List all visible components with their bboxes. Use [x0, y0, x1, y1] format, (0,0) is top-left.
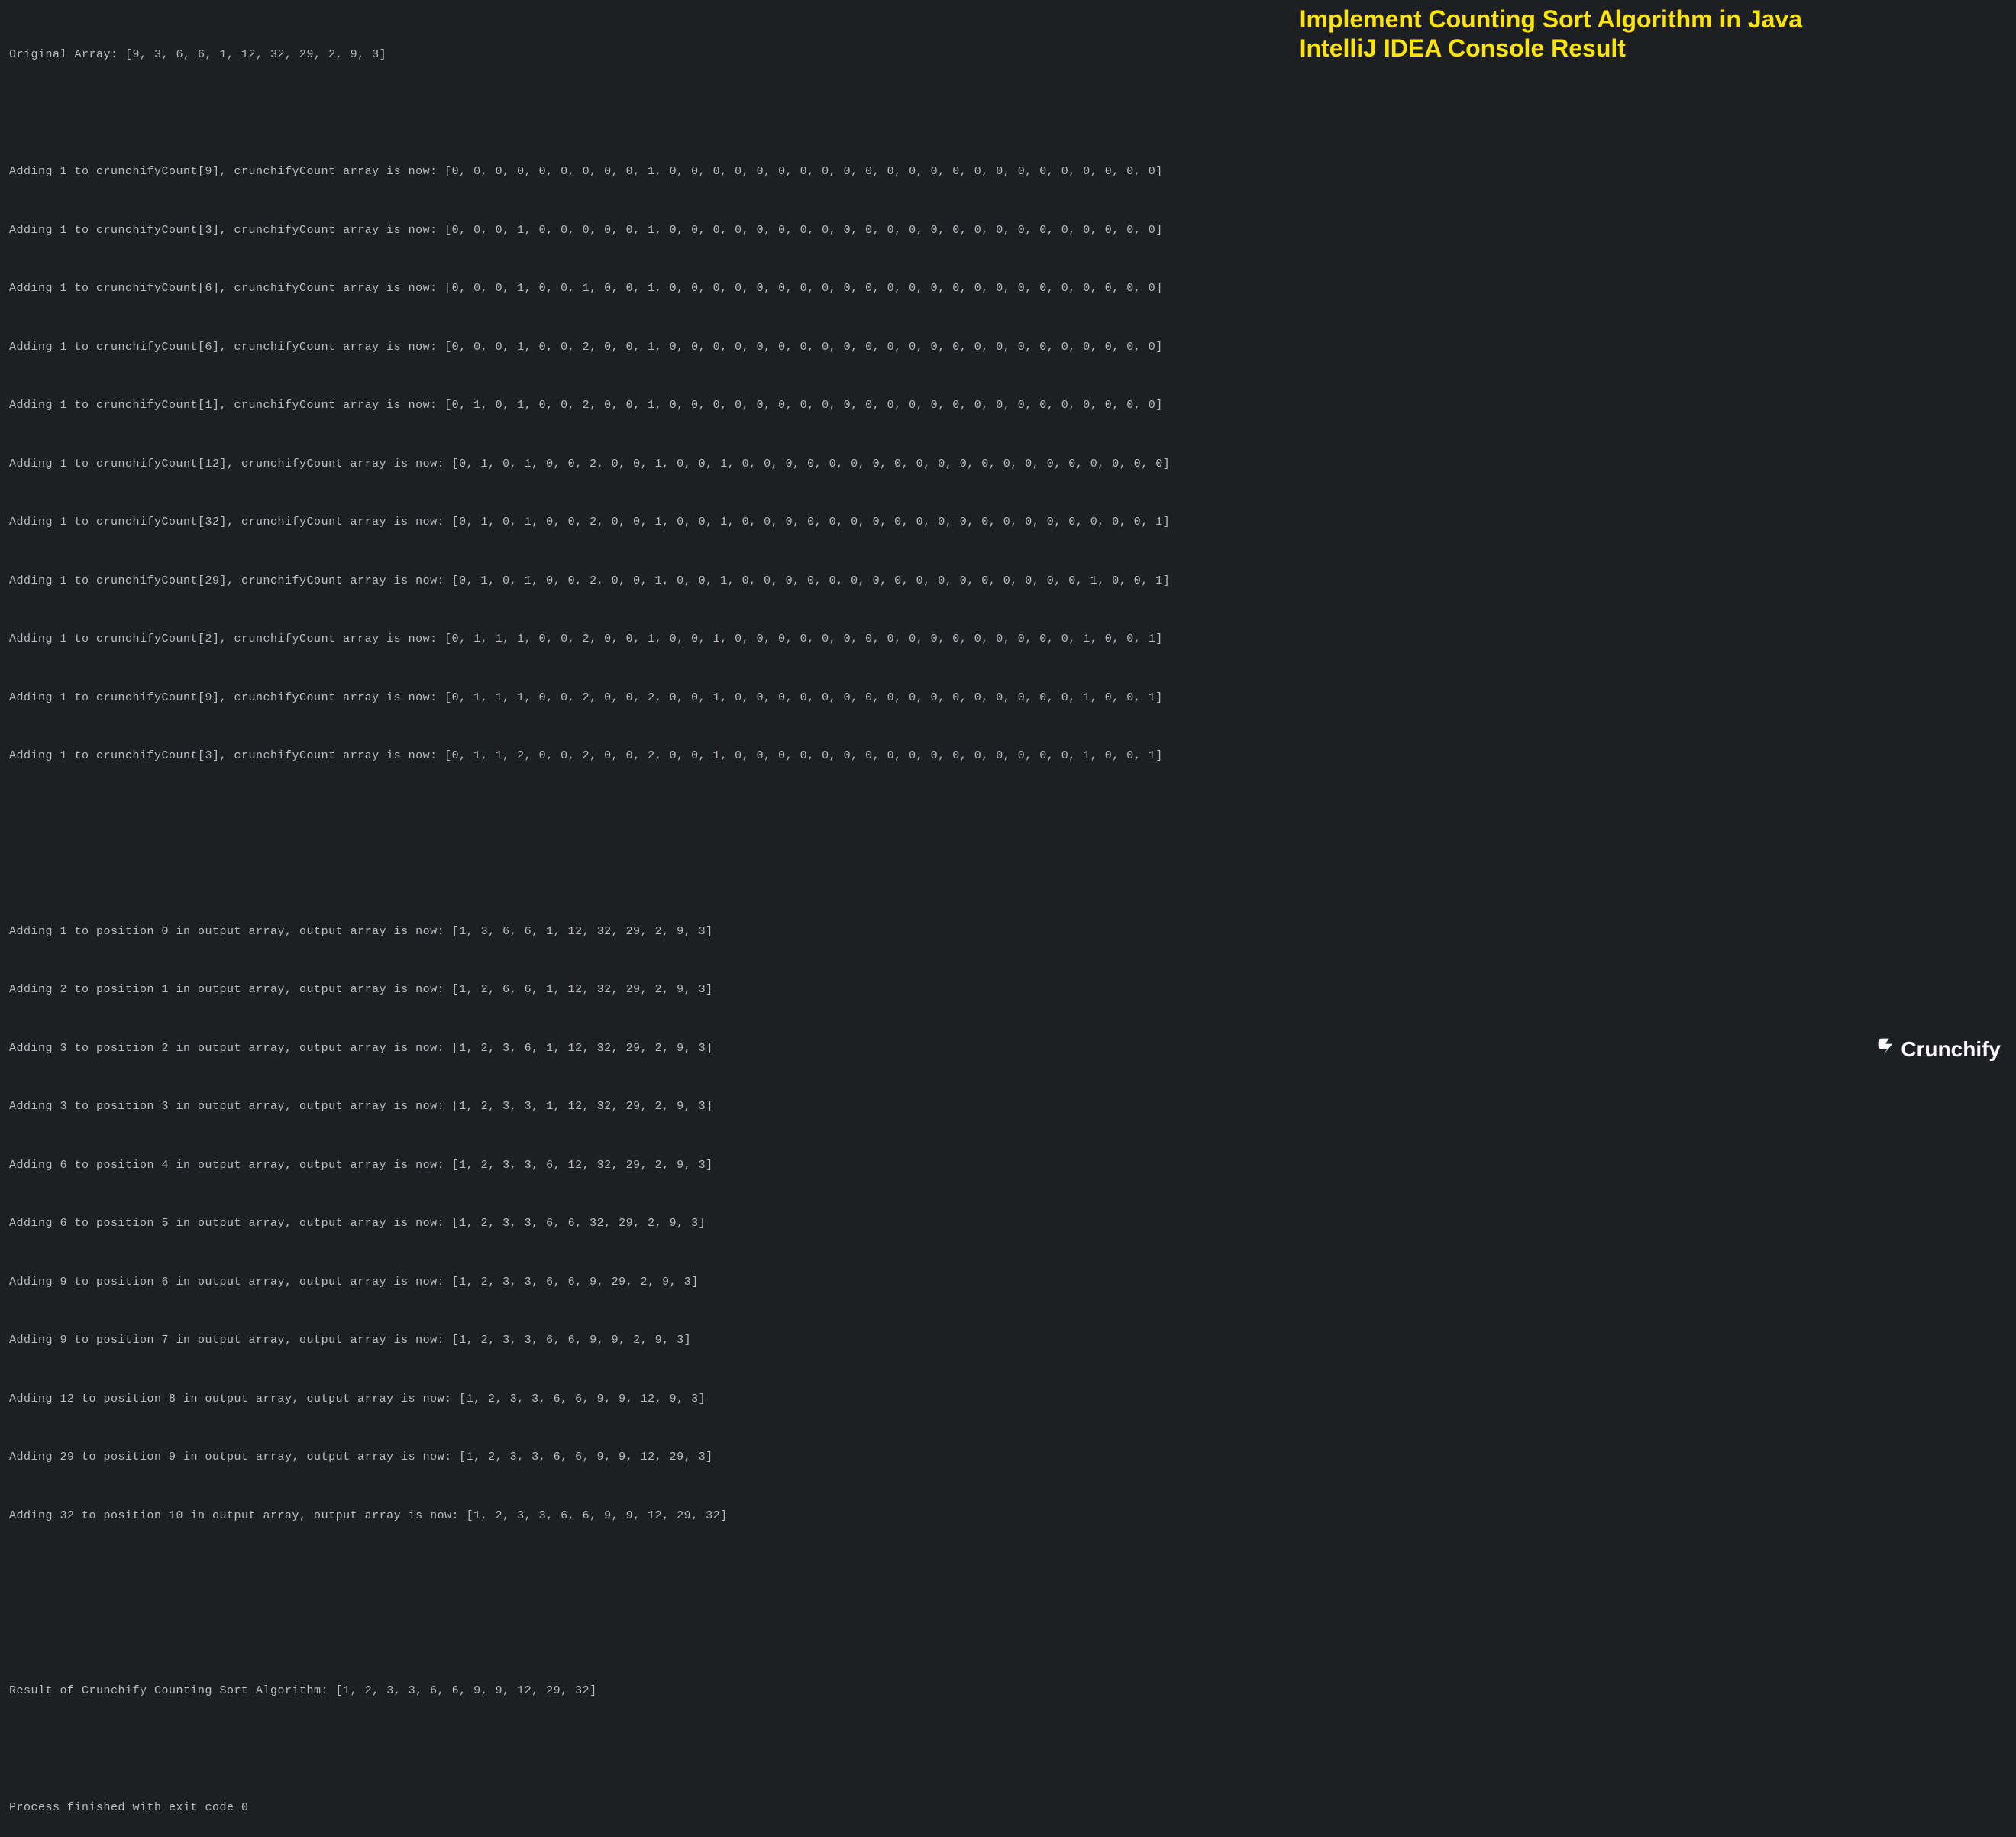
output-step-line: Adding 29 to position 9 in output array,… [9, 1447, 2007, 1467]
console-output: Original Array: [9, 3, 6, 6, 1, 12, 32, … [9, 6, 2007, 1837]
crunchify-logo-text: Crunchify [1901, 1031, 2001, 1068]
output-step-line: Adding 3 to position 3 in output array, … [9, 1097, 2007, 1117]
count-step-line: Adding 1 to crunchifyCount[9], crunchify… [9, 162, 2007, 182]
output-step-line: Adding 9 to position 7 in output array, … [9, 1331, 2007, 1350]
blank-line [9, 104, 2007, 124]
blank-line [9, 1623, 2007, 1643]
overlay-title: Implement Counting Sort Algorithm in Jav… [1300, 5, 1802, 63]
blank-line [9, 1740, 2007, 1760]
exit-code-line: Process finished with exit code 0 [9, 1798, 2007, 1818]
result-line: Result of Crunchify Counting Sort Algori… [9, 1681, 2007, 1701]
count-step-line: Adding 1 to crunchifyCount[1], crunchify… [9, 396, 2007, 416]
output-step-line: Adding 1 to position 0 in output array, … [9, 922, 2007, 942]
count-step-line: Adding 1 to crunchifyCount[9], crunchify… [9, 688, 2007, 708]
count-step-line: Adding 1 to crunchifyCount[3], crunchify… [9, 746, 2007, 766]
count-step-line: Adding 1 to crunchifyCount[32], crunchif… [9, 513, 2007, 532]
count-step-line: Adding 1 to crunchifyCount[3], crunchify… [9, 221, 2007, 241]
output-step-line: Adding 3 to position 2 in output array, … [9, 1039, 2007, 1059]
blank-line [9, 1564, 2007, 1584]
crunchify-logo: Crunchify [1875, 1031, 2001, 1068]
overlay-title-line1: Implement Counting Sort Algorithm in Jav… [1300, 5, 1802, 33]
output-step-line: Adding 6 to position 5 in output array, … [9, 1214, 2007, 1234]
count-step-line: Adding 1 to crunchifyCount[6], crunchify… [9, 338, 2007, 357]
count-step-line: Adding 1 to crunchifyCount[6], crunchify… [9, 279, 2007, 299]
output-step-line: Adding 9 to position 6 in output array, … [9, 1273, 2007, 1292]
count-step-line: Adding 1 to crunchifyCount[12], crunchif… [9, 454, 2007, 474]
blank-line [9, 863, 2007, 883]
count-step-line: Adding 1 to crunchifyCount[29], crunchif… [9, 571, 2007, 591]
crunchify-logo-icon [1875, 1031, 1896, 1068]
output-step-line: Adding 32 to position 10 in output array… [9, 1506, 2007, 1526]
overlay-title-line2: IntelliJ IDEA Console Result [1300, 34, 1802, 63]
blank-line [9, 805, 2007, 825]
output-step-line: Adding 6 to position 4 in output array, … [9, 1156, 2007, 1176]
output-step-line: Adding 2 to position 1 in output array, … [9, 980, 2007, 1000]
output-step-line: Adding 12 to position 8 in output array,… [9, 1389, 2007, 1409]
count-step-line: Adding 1 to crunchifyCount[2], crunchify… [9, 629, 2007, 649]
